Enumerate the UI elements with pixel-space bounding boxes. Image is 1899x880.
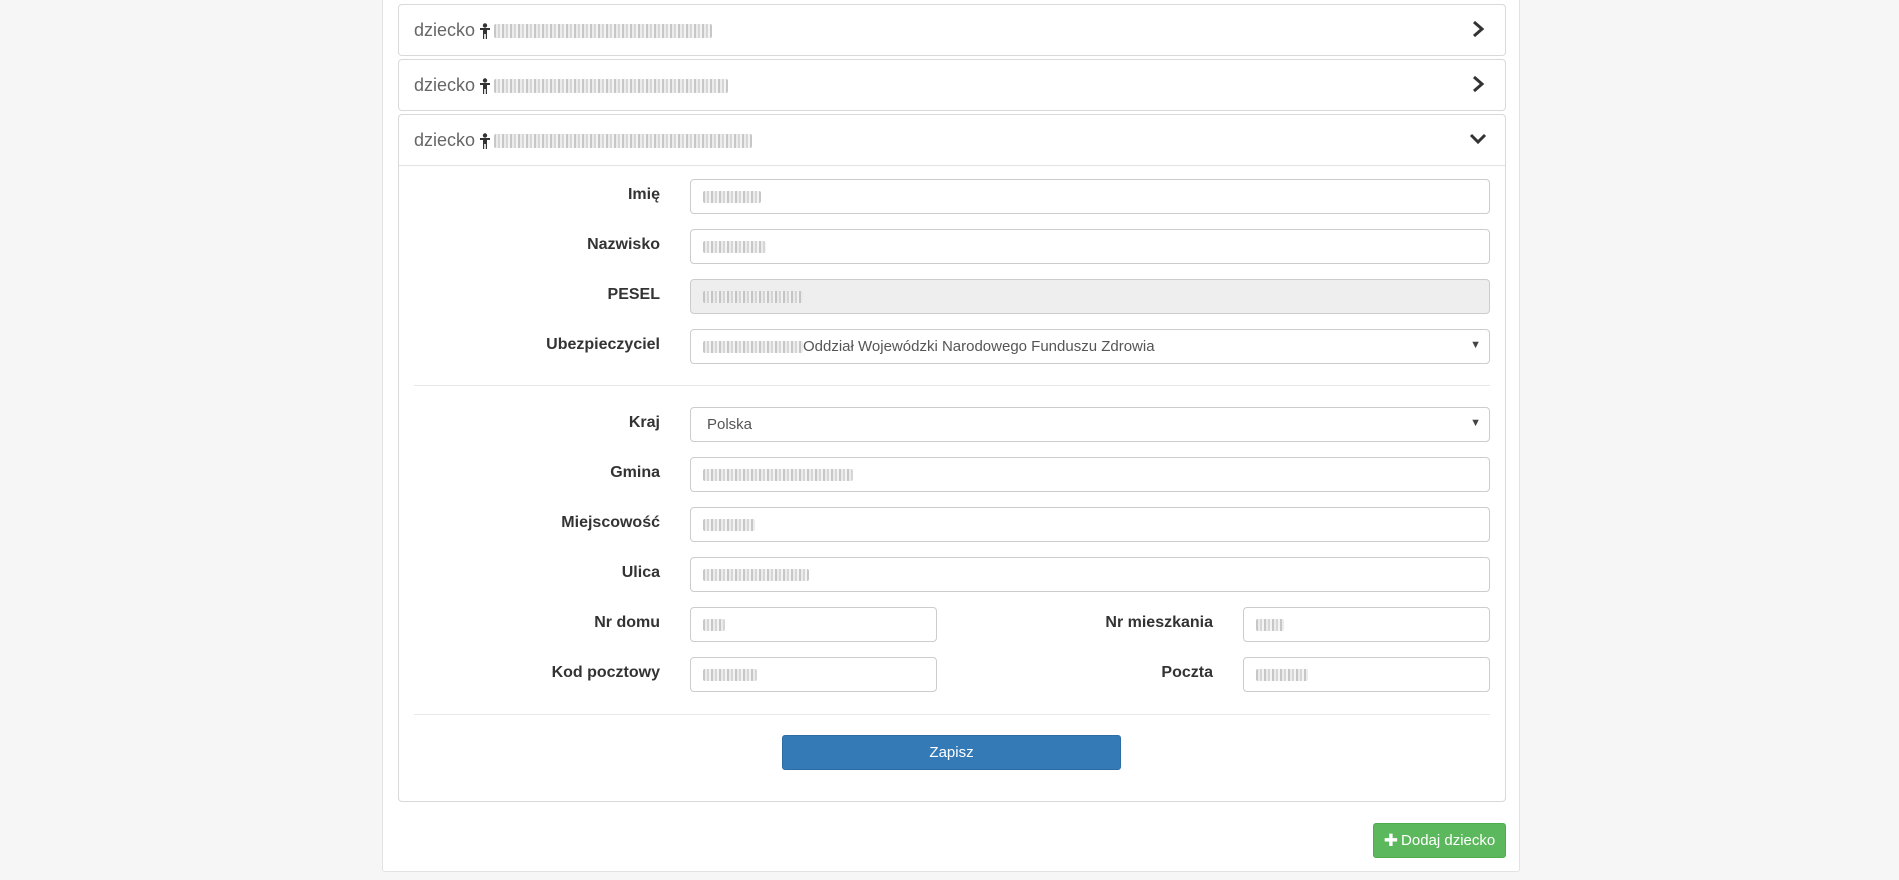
child-panel-header[interactable]: dziecko — [399, 115, 1505, 165]
redacted-value — [703, 240, 766, 253]
country-label: Kraj — [628, 414, 660, 431]
pesel-field — [690, 279, 1490, 314]
first-name-field[interactable] — [690, 179, 1490, 214]
last-name-label: Nazwisko — [587, 236, 660, 253]
redacted-value — [703, 190, 761, 203]
street-label: Ulica — [621, 564, 660, 581]
chevron-right-icon[interactable] — [1469, 20, 1487, 38]
country-select[interactable]: Polska ▼ — [690, 407, 1490, 442]
add-child-label: Dodaj dziecko — [1401, 832, 1496, 849]
insurer-label: Ubezpieczyciel — [546, 336, 660, 353]
add-child-button[interactable]: ✚ Dodaj dziecko — [1373, 823, 1506, 858]
child-panel-header[interactable]: dziecko — [399, 5, 1505, 55]
redacted-value — [703, 618, 725, 631]
save-button-label: Zapisz — [929, 744, 974, 761]
plus-icon: ✚ — [1383, 830, 1399, 850]
divider — [414, 714, 1490, 715]
street-field[interactable] — [690, 557, 1490, 592]
postal-code-field[interactable] — [690, 657, 937, 692]
house-number-field[interactable] — [690, 607, 937, 642]
child-panel-2: dziecko — [398, 59, 1506, 111]
child-panel-1: dziecko — [398, 4, 1506, 56]
country-value: Polska — [707, 416, 753, 433]
city-field[interactable] — [690, 507, 1490, 542]
last-name-field[interactable] — [690, 229, 1490, 264]
post-office-label: Poczta — [1161, 664, 1213, 681]
child-label: dziecko — [414, 19, 476, 40]
post-office-field[interactable] — [1243, 657, 1490, 692]
divider — [414, 385, 1490, 386]
city-label: Miejscowość — [561, 514, 660, 531]
child-name-redacted — [494, 134, 753, 148]
redacted-value — [1256, 668, 1308, 681]
flat-number-field[interactable] — [1243, 607, 1490, 642]
commune-label: Gmina — [610, 464, 660, 481]
child-icon — [480, 78, 491, 94]
redacted-value — [703, 668, 757, 681]
redacted-value — [703, 468, 853, 481]
child-label: dziecko — [414, 74, 476, 95]
redacted-value — [703, 518, 755, 531]
insurer-select[interactable]: Oddział Wojewódzki Narodowego Funduszu Z… — [690, 329, 1490, 364]
pesel-label: PESEL — [607, 286, 660, 303]
house-number-label: Nr domu — [594, 614, 660, 631]
insurer-value: Oddział Wojewódzki Narodowego Funduszu Z… — [803, 338, 1155, 355]
redacted-value — [703, 568, 809, 581]
first-name-label: Imię — [627, 186, 660, 203]
child-name-redacted — [494, 24, 713, 38]
redacted-value — [1256, 618, 1284, 631]
child-label: dziecko — [414, 129, 476, 150]
flat-number-label: Nr mieszkania — [1105, 614, 1213, 631]
caret-down-icon: ▼ — [1470, 417, 1481, 429]
save-button[interactable]: Zapisz — [782, 735, 1121, 770]
chevron-right-icon[interactable] — [1469, 75, 1487, 93]
child-icon — [480, 23, 491, 39]
redacted-value — [703, 290, 803, 303]
redacted-value — [703, 340, 803, 353]
child-panel-header[interactable]: dziecko — [399, 60, 1505, 110]
child-icon — [480, 133, 491, 149]
postal-code-label: Kod pocztowy — [551, 664, 660, 681]
commune-field[interactable] — [690, 457, 1490, 492]
chevron-down-icon[interactable] — [1469, 130, 1487, 148]
caret-down-icon: ▼ — [1470, 339, 1481, 351]
child-name-redacted — [494, 79, 729, 93]
